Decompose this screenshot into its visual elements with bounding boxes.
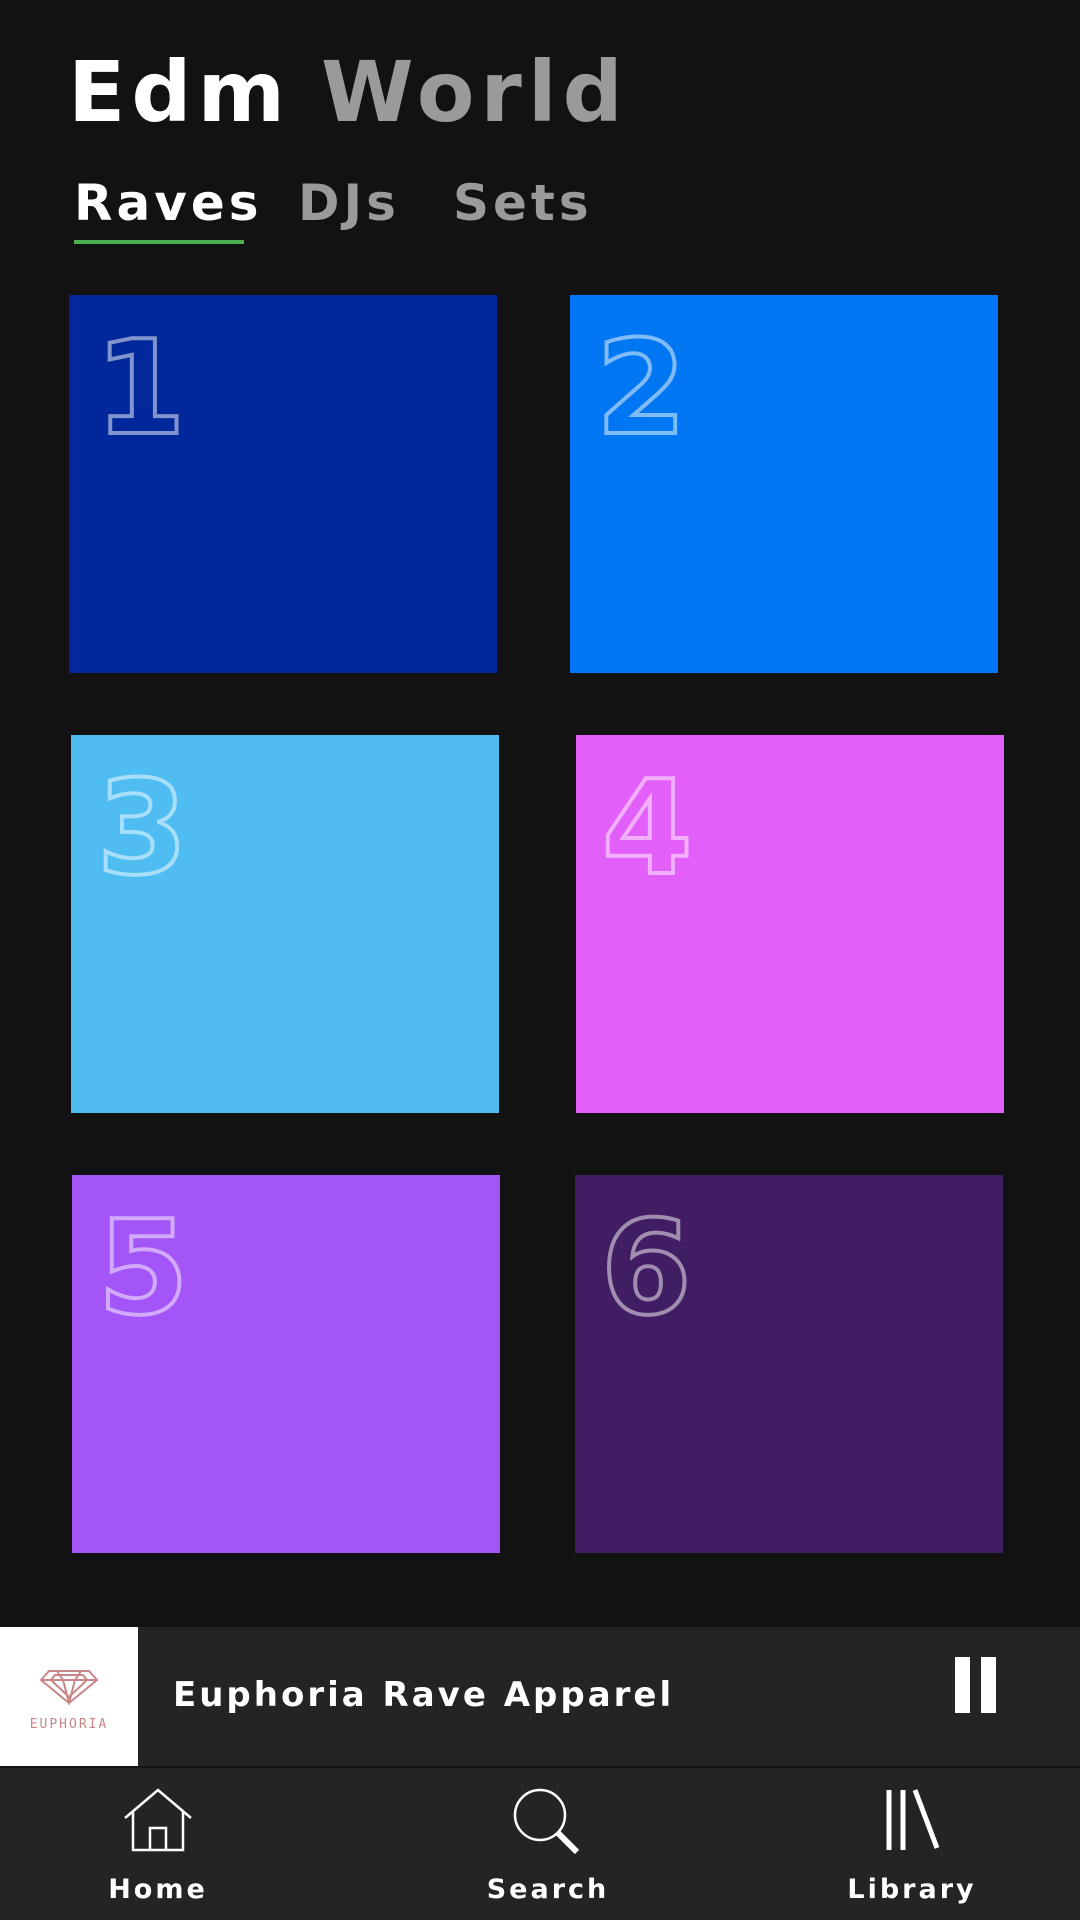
tab-sets-label: Sets (453, 174, 593, 232)
nav-home-label: Home (108, 1874, 208, 1905)
rave-tile-6[interactable]: 6 (575, 1175, 1003, 1553)
svg-text:5: 5 (98, 1201, 188, 1331)
svg-text:3: 3 (97, 761, 187, 891)
svg-text:2: 2 (596, 321, 686, 451)
rave-tile-2[interactable]: 2 (570, 295, 998, 673)
tab-sets[interactable]: Sets (453, 178, 593, 228)
rave-tile-1[interactable]: 1 (69, 295, 497, 673)
bottom-nav: Home Search Library (0, 1768, 1080, 1920)
tile-number-6: 6 (599, 1201, 693, 1331)
search-icon (513, 1788, 580, 1855)
app-title-part1: Edm (68, 43, 292, 141)
tile-number-5: 5 (96, 1201, 190, 1331)
tile-number-2: 2 (594, 321, 688, 451)
svg-text:4: 4 (602, 761, 692, 891)
tab-djs[interactable]: DJs (298, 178, 400, 228)
tile-number-4: 4 (600, 761, 694, 891)
nav-home[interactable]: Home (58, 1768, 258, 1920)
pause-button[interactable] (950, 1657, 1010, 1737)
nav-search-label: Search (486, 1874, 610, 1905)
rave-tile-4[interactable]: 4 (576, 735, 1004, 1113)
svg-text:1: 1 (95, 321, 185, 451)
rave-tile-5[interactable]: 5 (72, 1175, 500, 1553)
tab-raves-label: Raves (74, 174, 263, 232)
home-icon (124, 1788, 192, 1852)
now-playing-bar[interactable]: EUPHORIA Euphoria Rave Apparel (0, 1627, 1080, 1766)
nav-library[interactable]: Library (812, 1768, 1012, 1920)
tab-raves[interactable]: Raves (74, 178, 263, 244)
tile-number-1: 1 (93, 321, 187, 451)
tile-number-3: 3 (95, 761, 189, 891)
nav-library-label: Library (847, 1874, 977, 1905)
diamond-logo-icon (39, 1670, 99, 1705)
now-playing-artwork: EUPHORIA (0, 1627, 138, 1766)
tab-djs-label: DJs (298, 174, 400, 232)
artwork-logo-text: EUPHORIA (29, 1717, 109, 1732)
library-icon (886, 1789, 940, 1850)
nav-search[interactable]: Search (448, 1768, 648, 1920)
app-title-part2: World (321, 43, 629, 141)
rave-tile-3[interactable]: 3 (71, 735, 499, 1113)
active-tab-indicator (74, 240, 244, 244)
now-playing-title: Euphoria Rave Apparel (173, 1675, 675, 1715)
app-title: Edm World (68, 50, 629, 134)
svg-text:6: 6 (601, 1201, 691, 1331)
